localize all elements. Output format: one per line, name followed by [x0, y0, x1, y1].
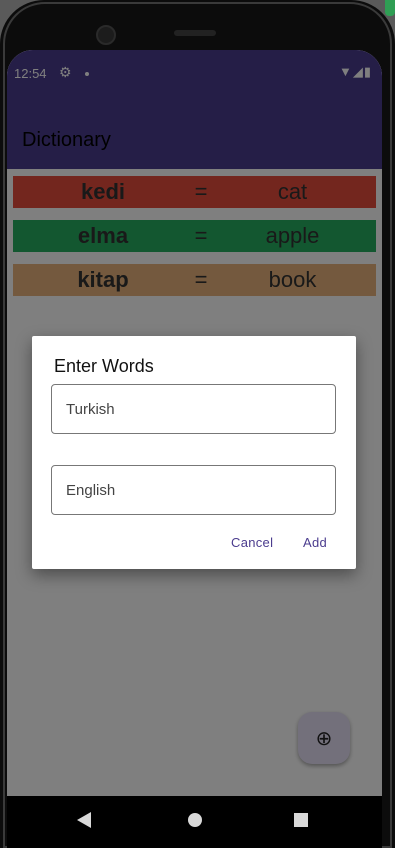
english-input[interactable]	[52, 466, 335, 514]
turkish-field[interactable]	[51, 384, 336, 434]
add-button[interactable]: Add	[303, 535, 327, 550]
side-indicator	[385, 0, 395, 16]
app-screen: 12:54 ⚙ ▼◢▮ Dictionary kedi = cat elma =…	[7, 50, 382, 848]
front-camera	[96, 25, 116, 45]
back-icon[interactable]	[77, 812, 91, 828]
dialog-title: Enter Words	[54, 356, 154, 376]
earpiece-speaker	[174, 30, 216, 36]
recent-apps-icon[interactable]	[294, 813, 308, 827]
english-field[interactable]	[51, 465, 336, 515]
home-icon[interactable]	[188, 813, 202, 827]
turkish-input[interactable]	[52, 385, 335, 433]
system-nav-bar	[7, 796, 382, 848]
phone-frame: 12:54 ⚙ ▼◢▮ Dictionary kedi = cat elma =…	[0, 0, 395, 848]
enter-words-dialog: Enter Words Cancel Add	[32, 336, 356, 569]
cancel-button[interactable]: Cancel	[231, 535, 273, 550]
